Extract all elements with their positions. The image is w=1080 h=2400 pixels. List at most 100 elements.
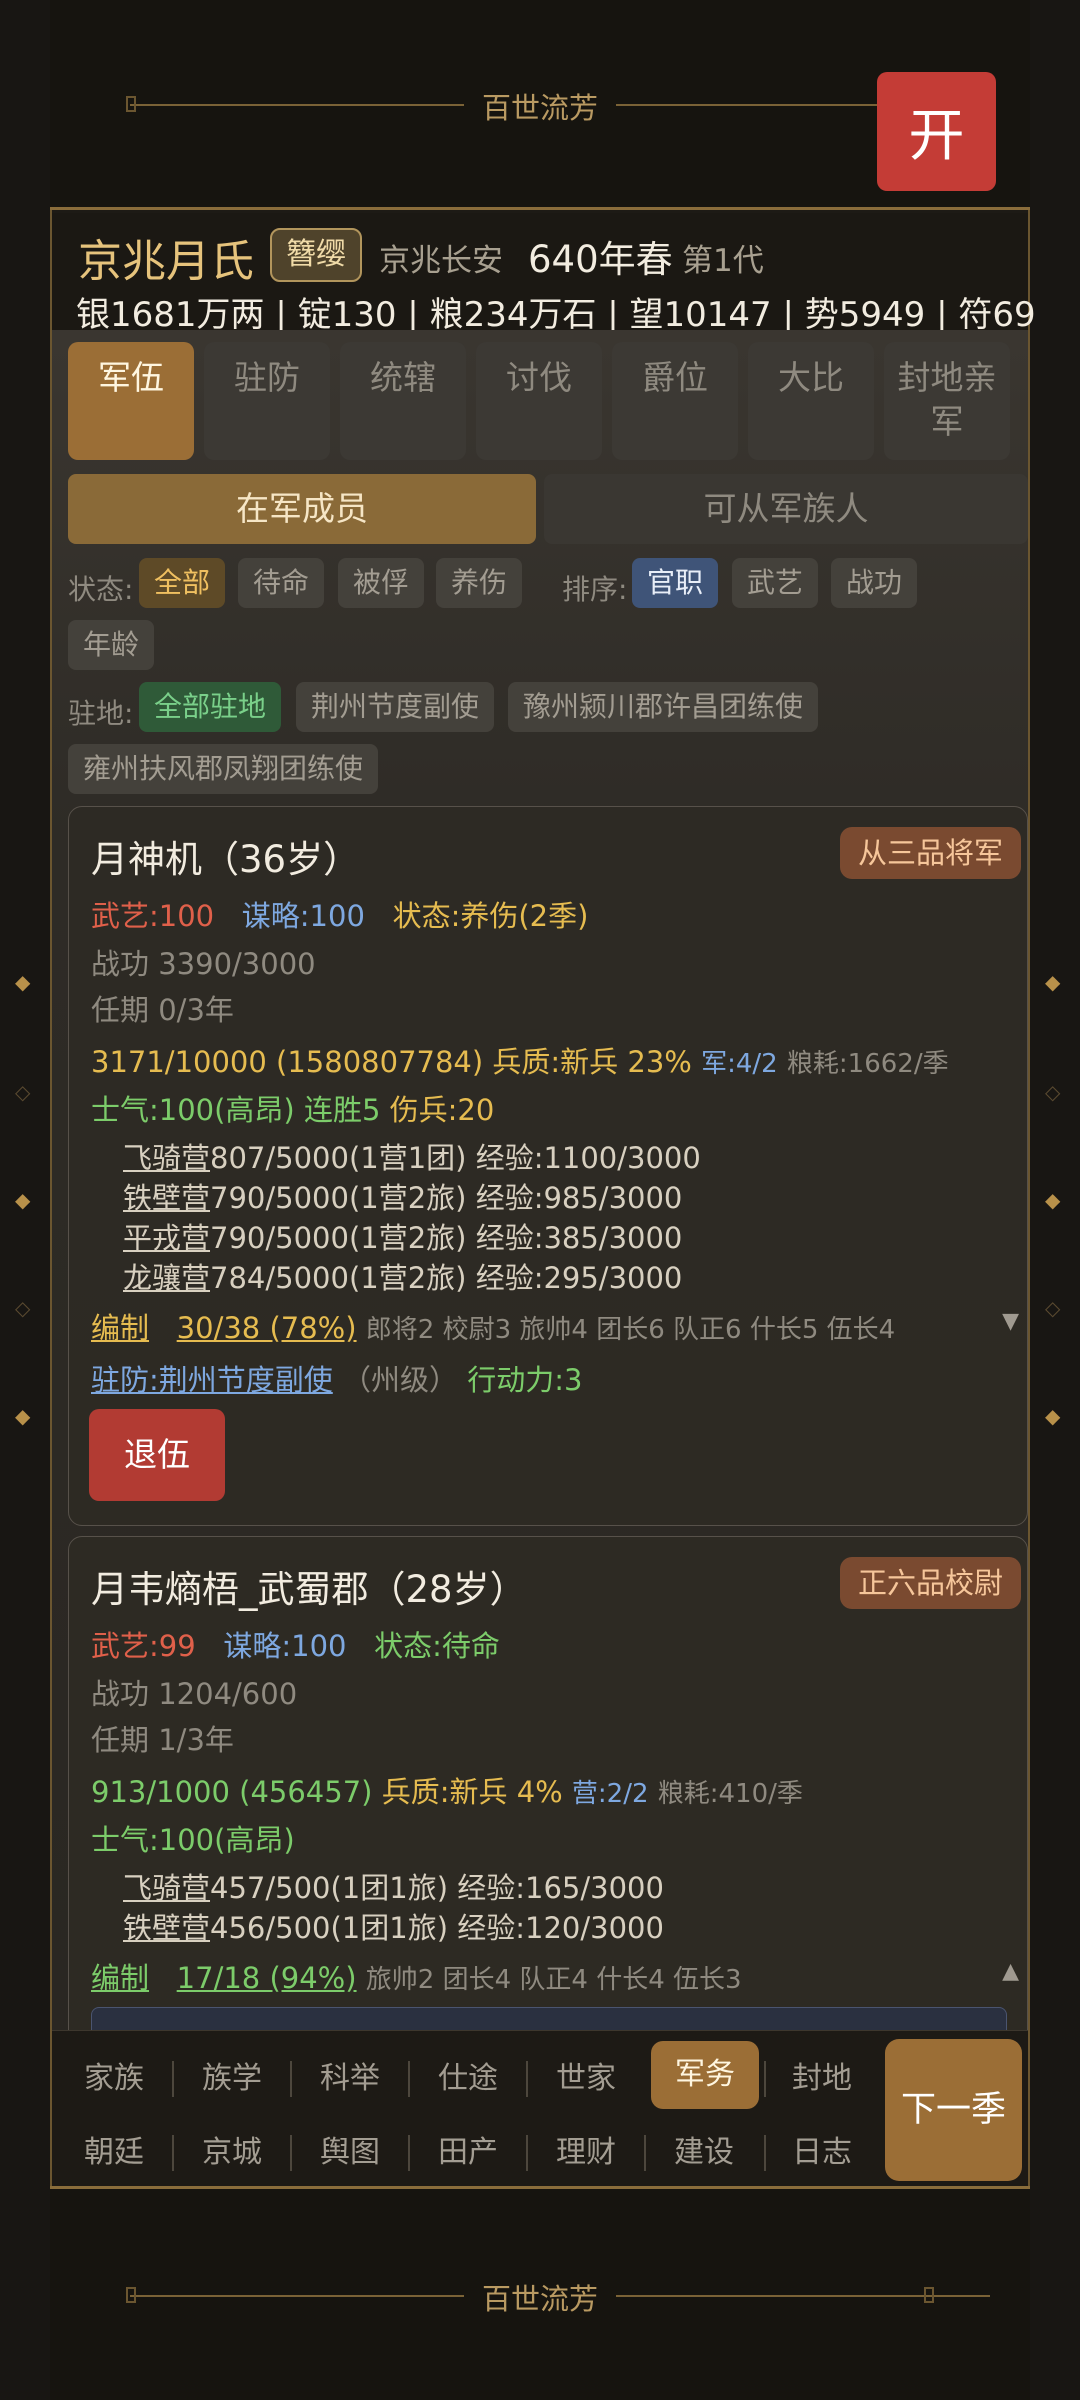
nav-families[interactable]: 世家 [536, 2049, 636, 2109]
tab-garrison[interactable]: 驻防 [204, 342, 330, 460]
nav-career[interactable]: 仕途 [418, 2049, 518, 2109]
nav-construction[interactable]: 建设 [654, 2123, 754, 2183]
martial-stat: 武艺:100 [91, 899, 215, 933]
station-yuzhou-chip[interactable]: 豫州颍川郡许昌团练使 [508, 682, 819, 732]
garrison-link[interactable]: 驻防:荆州节度副使 [91, 1363, 333, 1397]
segment-eligible[interactable]: 可从军族人 [544, 474, 1028, 544]
organization-ratio[interactable]: 30/38 (78%) [177, 1311, 357, 1345]
unit-row: 飞骑营457/500(1团1旅) 经验:165/3000 [123, 1871, 664, 1905]
merit-line: 战功 1204/600 [91, 1677, 298, 1711]
nav-exam[interactable]: 科举 [300, 2049, 400, 2109]
organization-link[interactable]: 编制 [91, 1961, 149, 1995]
tab-fief-guard[interactable]: 封地亲军 [884, 342, 1010, 460]
tab-army[interactable]: 军伍 [68, 342, 194, 460]
nav-court[interactable]: 朝廷 [64, 2123, 164, 2183]
open-button[interactable]: 开 [877, 72, 996, 191]
status-standby-chip[interactable]: 待命 [238, 558, 325, 608]
nav-fief[interactable]: 封地 [772, 2049, 872, 2109]
member-card: 月韦熵梧_武蜀郡（28岁） 正六品校尉 武艺:99 谋略:100 状态:待命 战… [68, 1536, 1028, 2030]
organization-ratio[interactable]: 17/18 (94%) [177, 1961, 357, 1995]
nav-divider [408, 2135, 410, 2171]
strategy-stat: 谋略:100 [241, 899, 365, 933]
nav-divider [172, 2061, 174, 2097]
garrison-level: （州级） [342, 1363, 459, 1397]
nav-divider [764, 2135, 766, 2171]
status-captured-chip[interactable]: 被俘 [338, 558, 425, 608]
nav-divider [290, 2135, 292, 2171]
unit-row: 飞骑营807/5000(1营1团) 经验:1100/3000 [123, 1141, 701, 1175]
nav-divider [644, 2135, 646, 2171]
sort-rank-chip[interactable]: 官职 [632, 558, 719, 608]
nav-divider [526, 2135, 528, 2171]
segment-enlisted[interactable]: 在军成员 [68, 474, 536, 544]
status-all-chip[interactable]: 全部 [139, 558, 226, 608]
sort-martial-chip[interactable]: 武艺 [732, 558, 819, 608]
sort-label: 排序: [562, 573, 628, 606]
nav-capital[interactable]: 京城 [182, 2123, 282, 2183]
current-year: 640年春 [528, 238, 673, 281]
unit-name-link[interactable]: 平戎营 [123, 1221, 210, 1255]
unit-name-link[interactable]: 飞骑营 [123, 1871, 210, 1905]
unit-name-link[interactable]: 铁壁营 [123, 1181, 210, 1215]
sort-age-chip[interactable]: 年龄 [68, 620, 155, 670]
nav-divider [526, 2061, 528, 2097]
station-all-chip[interactable]: 全部驻地 [139, 682, 282, 732]
nav-finance[interactable]: 理财 [536, 2123, 636, 2183]
nav-clan-school[interactable]: 族学 [182, 2049, 282, 2109]
nav-military[interactable]: 军务 [651, 2041, 759, 2109]
tab-command[interactable]: 统辖 [340, 342, 466, 460]
nav-log[interactable]: 日志 [772, 2123, 872, 2183]
expand-caret-icon[interactable]: ▲ [1002, 1959, 1019, 1984]
clan-header: 京兆月氏 簪缨 京兆长安 640年春 第1代 银1681万两 | 锭130 | … [52, 213, 1036, 335]
diamond-ornament-icon: ◆ [15, 1188, 31, 1212]
tab-peerage[interactable]: 爵位 [612, 342, 738, 460]
garrison-line: 驻防:荆州节度副使 （州级） 行动力:3 [91, 1357, 582, 1399]
nav-divider [290, 2061, 292, 2097]
term-line: 任期 0/3年 [91, 993, 234, 1027]
diamond-ornament-icon: ◆ [15, 1404, 31, 1428]
nav-map[interactable]: 舆图 [300, 2123, 400, 2183]
nav-divider [172, 2135, 174, 2171]
term-line: 任期 1/3年 [91, 1723, 234, 1757]
station-filter-label: 驻地: [68, 697, 134, 730]
troops-line: 913/1000 (456457) 兵质:新兵 4% 营:2/2 粮耗:410/… [91, 1769, 803, 1811]
station-jingzhou-chip[interactable]: 荆州节度副使 [296, 682, 495, 732]
troops-line: 3171/10000 (1580807784) 兵质:新兵 23% 军:4/2 … [91, 1039, 949, 1081]
win-streak: 连胜5 [303, 1093, 381, 1127]
wounded: 伤兵:20 [389, 1093, 495, 1127]
diamond-ornament-icon: ◇ [15, 1296, 31, 1320]
bottom-banner: 百世流芳 [50, 2186, 1030, 2400]
retire-button[interactable]: 退伍 [89, 1409, 225, 1501]
unit-name-link[interactable]: 铁壁营 [123, 1911, 210, 1945]
bottom-nav: 家族 族学 科举 仕途 世家 军务 封地 朝廷 京城 舆图 田产 理财 建设 日… [52, 2030, 1028, 2186]
station-yongzhou-chip[interactable]: 雍州扶风郡凤翔团练使 [68, 744, 379, 794]
army-count: 营:2/2 [571, 1779, 649, 1809]
action-points: 行动力:3 [467, 1363, 583, 1397]
organization-link[interactable]: 编制 [91, 1311, 149, 1345]
organization-line: 编制 17/18 (94%) 旅帅2 团长4 队正4 什长4 伍长3 [91, 1955, 742, 1997]
grain-cost: 粮耗:410/季 [657, 1779, 803, 1809]
status-healing-chip[interactable]: 养伤 [436, 558, 523, 608]
diamond-ornament-icon: ◆ [1045, 1404, 1061, 1428]
rank-badge: 从三品将军 [839, 827, 1021, 879]
tab-tournament[interactable]: 大比 [748, 342, 874, 460]
clan-place: 京兆长安 [379, 243, 503, 279]
stats-line: 武艺:100 谋略:100 状态:养伤(2季) [91, 893, 588, 935]
generation: 第1代 [682, 243, 764, 279]
unit-name-link[interactable]: 龙骧营 [123, 1261, 210, 1295]
troop-count: 913/1000 (456457) [91, 1775, 373, 1809]
organization-line: 编制 30/38 (78%) 郎将2 校尉3 旅帅4 团长6 队正6 什长5 伍… [91, 1305, 895, 1347]
nav-farmland[interactable]: 田产 [418, 2123, 518, 2183]
unit-name-link[interactable]: 飞骑营 [123, 1141, 210, 1175]
resources-bar: 银1681万两 | 锭130 | 粮234万石 | 望10147 | 势5949… [76, 295, 1036, 335]
sort-merit-chip[interactable]: 战功 [831, 558, 918, 608]
tab-campaign[interactable]: 讨伐 [476, 342, 602, 460]
nav-family[interactable]: 家族 [64, 2049, 164, 2109]
organization-detail: 旅帅2 团长4 队正4 什长4 伍长3 [365, 1965, 742, 1995]
diamond-ornament-icon: ◆ [1045, 1188, 1061, 1212]
nav-divider [764, 2061, 766, 2097]
next-season-button[interactable]: 下一季 [885, 2039, 1022, 2181]
organization-detail: 郎将2 校尉3 旅帅4 团长6 队正6 什长5 伍长4 [365, 1315, 896, 1345]
status-stat: 状态:待命 [374, 1629, 500, 1663]
collapse-caret-icon[interactable]: ▼ [1002, 1309, 1019, 1334]
